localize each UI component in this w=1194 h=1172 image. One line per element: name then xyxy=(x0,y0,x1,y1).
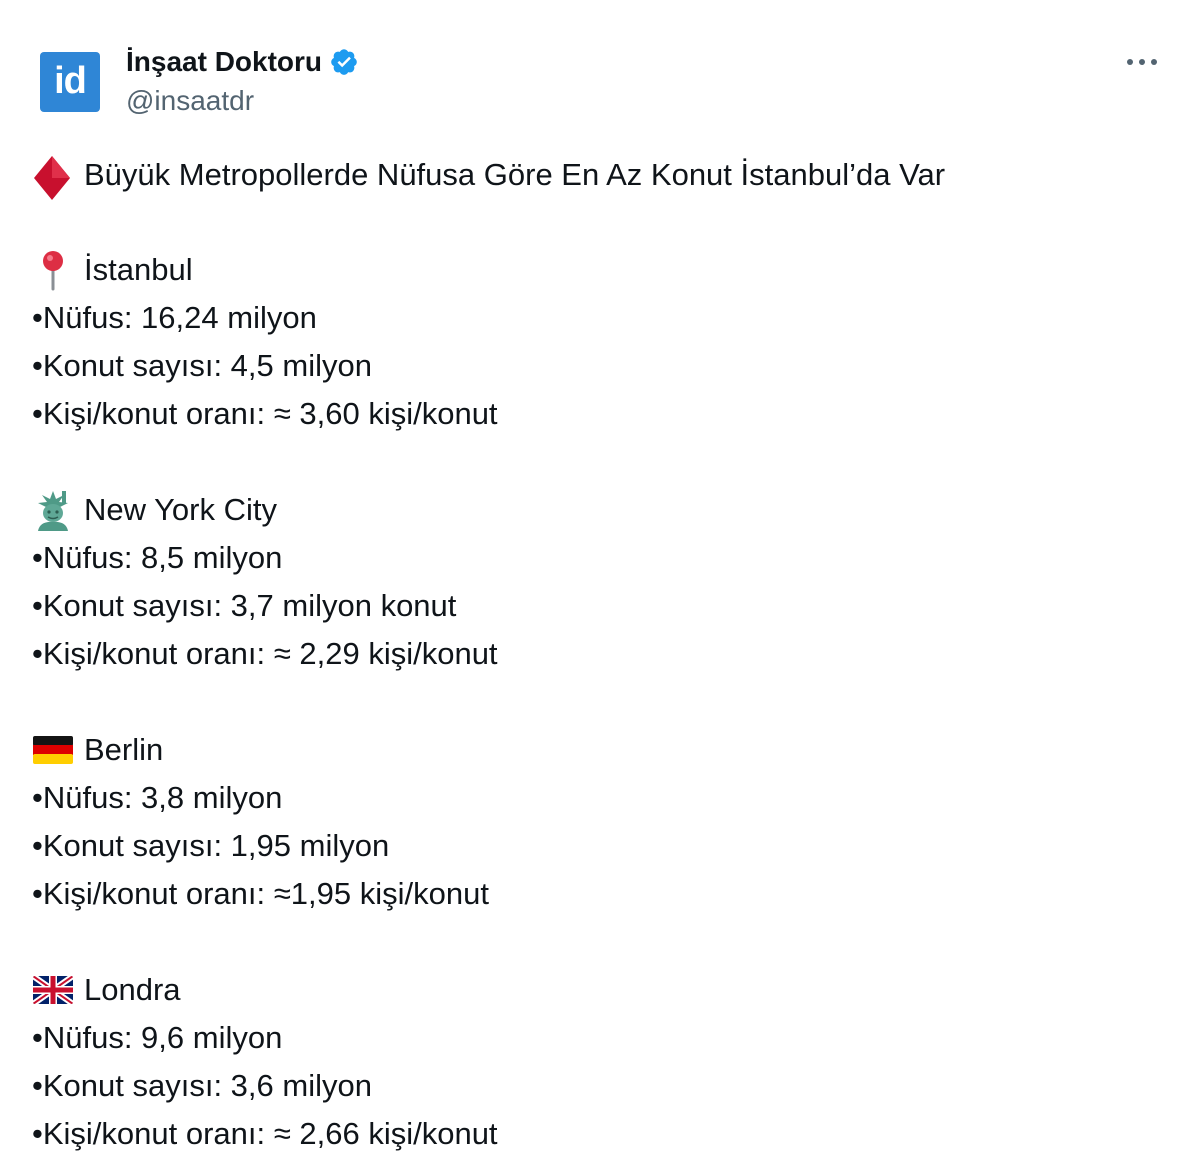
red-diamond-icon xyxy=(32,154,74,200)
city-block-londra: Londra •Nüfus: 9,6 milyon •Konut sayısı:… xyxy=(32,966,1172,1158)
city-name: Berlin xyxy=(84,732,164,767)
city-heading: Londra xyxy=(32,966,1172,1014)
display-name[interactable]: İnşaat Doktoru xyxy=(126,44,322,80)
round-pushpin-icon xyxy=(32,249,74,291)
population-line: •Nüfus: 3,8 milyon xyxy=(32,780,283,815)
more-horizontal-icon xyxy=(1125,54,1159,72)
germany-flag-icon xyxy=(32,729,74,771)
ratio-line: •Kişi/konut oranı: ≈ 3,60 kişi/konut xyxy=(32,396,498,431)
housing-count-line: •Konut sayısı: 3,6 milyon xyxy=(32,1068,372,1103)
city-heading: İstanbul xyxy=(32,246,1172,294)
tweet-title: Büyük Metropollerde Nüfusa Göre En Az Ko… xyxy=(84,157,946,192)
more-options-button[interactable] xyxy=(1122,48,1162,78)
ratio-line: •Kişi/konut oranı: ≈1,95 kişi/konut xyxy=(32,876,489,911)
user-handle[interactable]: @insaatdr xyxy=(126,82,359,120)
city-heading: Berlin xyxy=(32,726,1172,774)
tweet-text: Büyük Metropollerde Nüfusa Göre En Az Ko… xyxy=(32,150,1172,1158)
avatar[interactable]: id xyxy=(40,52,100,112)
city-block-istanbul: İstanbul •Nüfus: 16,24 milyon •Konut say… xyxy=(32,246,1172,438)
housing-count-line: •Konut sayısı: 4,5 milyon xyxy=(32,348,372,383)
ratio-line: •Kişi/konut oranı: ≈ 2,29 kişi/konut xyxy=(32,636,498,671)
ratio-line: •Kişi/konut oranı: ≈ 2,66 kişi/konut xyxy=(32,1116,498,1151)
city-name: New York City xyxy=(84,492,277,527)
verified-badge-icon xyxy=(329,47,359,77)
city-name: İstanbul xyxy=(84,252,193,287)
city-block-berlin: Berlin •Nüfus: 3,8 milyon •Konut sayısı:… xyxy=(32,726,1172,918)
tweet-title-line: Büyük Metropollerde Nüfusa Göre En Az Ko… xyxy=(32,150,1172,200)
city-block-new-york: New York City •Nüfus: 8,5 milyon •Konut … xyxy=(32,486,1172,678)
name-row: İnşaat Doktoru xyxy=(126,44,359,80)
statue-of-liberty-icon xyxy=(32,489,74,531)
tweet-header: id İnşaat Doktoru @insaatdr xyxy=(40,44,1170,120)
user-info: İnşaat Doktoru @insaatdr xyxy=(126,44,359,120)
housing-count-line: •Konut sayısı: 1,95 milyon xyxy=(32,828,390,863)
avatar-logo-text: id xyxy=(54,60,87,102)
city-name: Londra xyxy=(84,972,181,1007)
population-line: •Nüfus: 16,24 milyon xyxy=(32,300,317,335)
city-heading: New York City xyxy=(32,486,1172,534)
population-line: •Nüfus: 8,5 milyon xyxy=(32,540,283,575)
housing-count-line: •Konut sayısı: 3,7 milyon konut xyxy=(32,588,457,623)
population-line: •Nüfus: 9,6 milyon xyxy=(32,1020,283,1055)
united-kingdom-flag-icon xyxy=(32,969,74,1011)
